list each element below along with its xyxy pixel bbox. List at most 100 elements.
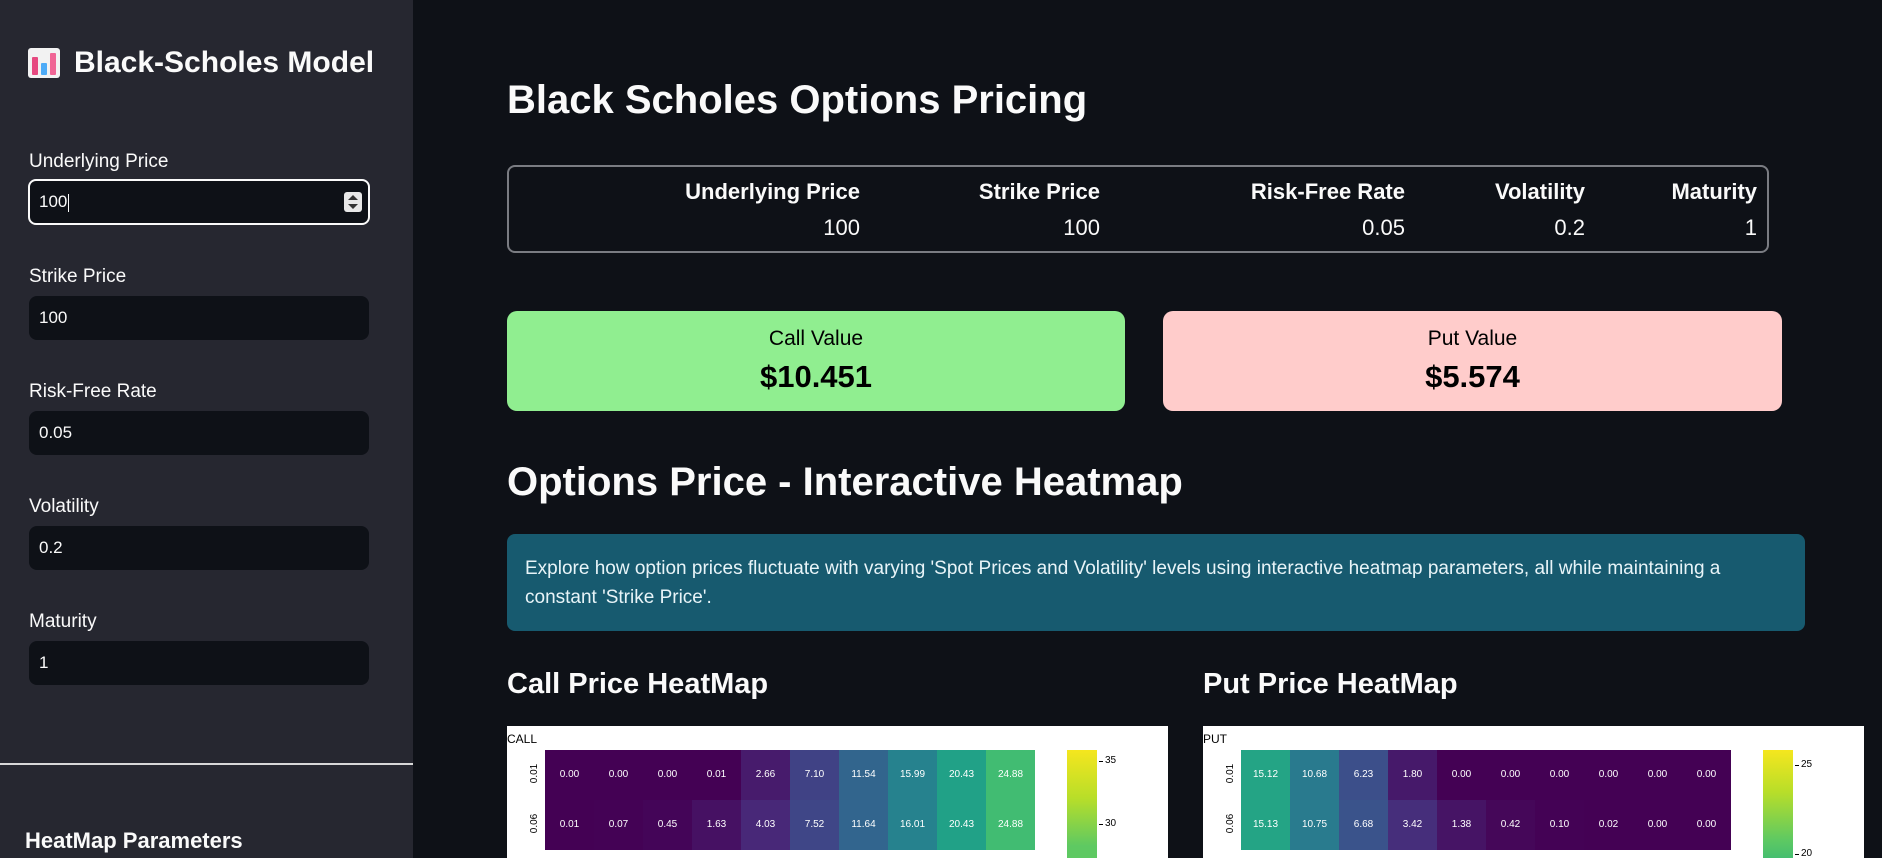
underlying-price-label: Underlying Price bbox=[29, 151, 169, 172]
heatmap-cell: 0.42 bbox=[1486, 800, 1535, 850]
heatmap-cell: 2.66 bbox=[741, 750, 790, 800]
heatmap-cell: 11.64 bbox=[839, 800, 888, 850]
volatility-value: 0.2 bbox=[39, 538, 63, 557]
param-header: Volatility bbox=[1494, 179, 1585, 204]
maturity-input[interactable]: 1 bbox=[29, 641, 369, 685]
param-header: Risk-Free Rate bbox=[1250, 179, 1405, 204]
put-heatmap: PUT 15.12 10.68 6.23 1.80 0.00 0.00 0.00 0.00 0.… bbox=[1203, 726, 1864, 858]
volatility-input[interactable]: 0.2 bbox=[29, 526, 369, 570]
y-tick-label: 0.01 bbox=[529, 763, 541, 784]
heatmap-cell: 0.02 bbox=[1584, 800, 1633, 850]
page-title: Black Scholes Options Pricing bbox=[507, 78, 1088, 122]
colorbar-tick: 25 bbox=[1794, 759, 1813, 770]
heatmap-cell: 16.01 bbox=[888, 800, 937, 850]
param-value: 100 bbox=[823, 215, 860, 240]
strike-price-value: 100 bbox=[39, 308, 68, 327]
heatmap-cell: 0.01 bbox=[692, 750, 741, 800]
param-value: 0.05 bbox=[1362, 215, 1405, 240]
put-value-label: Put Value bbox=[1427, 327, 1518, 350]
colorbar-tick: 30 bbox=[1098, 818, 1117, 829]
volatility-label: Volatility bbox=[29, 496, 99, 517]
heatmap-cell: 0.00 bbox=[1633, 800, 1682, 850]
underlying-price-input[interactable]: 100 bbox=[28, 179, 370, 225]
put-colorbar bbox=[1763, 750, 1793, 858]
heatmap-cell: 20.43 bbox=[937, 800, 986, 850]
heatmap-cell: 0.00 bbox=[594, 750, 643, 800]
sidebar-title-text: Black-Scholes Model bbox=[74, 46, 375, 79]
call-heatmap-chart-title: CALL bbox=[507, 732, 538, 746]
y-tick-label: 0.06 bbox=[1225, 813, 1237, 834]
heatmap-cell: 24.88 bbox=[986, 800, 1035, 850]
sidebar-divider bbox=[0, 763, 413, 765]
heatmap-cell: 1.80 bbox=[1388, 750, 1437, 800]
heatmap-cell: 4.03 bbox=[741, 800, 790, 850]
heatmap-cell: 15.13 bbox=[1241, 800, 1290, 850]
heatmap-cell: 0.00 bbox=[1682, 800, 1731, 850]
heatmap-cell: 6.68 bbox=[1339, 800, 1388, 850]
param-underlying-price: Underlying Price 100 bbox=[685, 179, 860, 241]
heatmap-cell: 0.00 bbox=[1682, 750, 1731, 800]
sidebar-title: Black-Scholes Model bbox=[28, 46, 374, 80]
heatmap-parameters-heading: HeatMap Parameters bbox=[25, 828, 243, 853]
heatmap-cell: 0.10 bbox=[1535, 800, 1584, 850]
param-header: Underlying Price bbox=[685, 179, 860, 204]
param-value: 100 bbox=[1063, 215, 1100, 240]
call-colorbar bbox=[1067, 750, 1097, 858]
call-value-label: Call Value bbox=[768, 327, 864, 350]
param-header: Maturity bbox=[1671, 179, 1757, 204]
heatmap-cell: 0.00 bbox=[545, 750, 594, 800]
parameters-table: Underlying Price 100 Strike Price 100 Ri… bbox=[507, 165, 1769, 253]
heatmap-cell: 7.52 bbox=[790, 800, 839, 850]
strike-price-input[interactable]: 100 bbox=[29, 296, 369, 340]
heatmap-cell: 0.00 bbox=[1584, 750, 1633, 800]
param-header: Strike Price bbox=[978, 179, 1100, 204]
heatmap-cell: 15.12 bbox=[1241, 750, 1290, 800]
heatmap-cell: 0.45 bbox=[643, 800, 692, 850]
y-tick-label: 0.06 bbox=[529, 813, 541, 834]
heatmap-cell: 10.68 bbox=[1290, 750, 1339, 800]
heatmap-cell: 0.00 bbox=[643, 750, 692, 800]
call-heatmap: CALL 0.00 0.00 0.00 0.01 2.66 7.10 11.54 15.99 2… bbox=[507, 726, 1168, 858]
heatmap-cell: 1.38 bbox=[1437, 800, 1486, 850]
heatmap-cell: 20.43 bbox=[937, 750, 986, 800]
param-value: 1 bbox=[1744, 215, 1757, 240]
heatmap-cell: 10.75 bbox=[1290, 800, 1339, 850]
heatmap-cell: 0.00 bbox=[1535, 750, 1584, 800]
heatmap-cell: 11.54 bbox=[839, 750, 888, 800]
param-value: 0.2 bbox=[1554, 215, 1585, 240]
sidebar: Black-Scholes Model Underlying Price 100… bbox=[0, 0, 413, 858]
heatmap-section-title: Options Price - Interactive Heatmap bbox=[507, 460, 1183, 504]
risk-free-rate-label: Risk-Free Rate bbox=[29, 381, 157, 402]
number-stepper[interactable] bbox=[344, 192, 362, 212]
app-root: Black-Scholes Model Underlying Price 100… bbox=[0, 0, 1882, 858]
put-value-amount: $5.574 bbox=[1425, 359, 1520, 394]
heatmap-cell: 6.23 bbox=[1339, 750, 1388, 800]
heatmap-cell: 0.01 bbox=[545, 800, 594, 850]
heatmap-cell: 1.63 bbox=[692, 800, 741, 850]
risk-free-rate-input[interactable]: 0.05 bbox=[29, 411, 369, 455]
call-heatmap-title: Call Price HeatMap bbox=[507, 668, 769, 700]
param-volatility: Volatility 0.2 bbox=[1495, 179, 1585, 241]
param-risk-free-rate: Risk-Free Rate 0.05 bbox=[1251, 179, 1405, 241]
increment-arrow-icon[interactable] bbox=[348, 195, 358, 200]
strike-price-label: Strike Price bbox=[29, 266, 127, 287]
risk-free-rate-value: 0.05 bbox=[39, 423, 73, 442]
put-heatmap-title: Put Price HeatMap bbox=[1203, 668, 1458, 700]
heatmap-cell: 0.07 bbox=[594, 800, 643, 850]
info-banner: Explore how option prices fluctuate with… bbox=[507, 534, 1805, 631]
heatmap-cell: 0.00 bbox=[1486, 750, 1535, 800]
text-caret bbox=[68, 193, 70, 212]
y-tick-label: 0.01 bbox=[1225, 763, 1237, 784]
heatmap-cell: 7.10 bbox=[790, 750, 839, 800]
param-strike-price: Strike Price 100 bbox=[979, 179, 1100, 241]
put-heatmap-chart-title: PUT bbox=[1203, 732, 1227, 746]
maturity-value: 1 bbox=[39, 653, 49, 672]
underlying-price-value: 100 bbox=[39, 192, 68, 211]
heatmap-cell: 15.99 bbox=[888, 750, 937, 800]
colorbar-tick: 35 bbox=[1098, 755, 1117, 766]
heatmap-cell: 0.00 bbox=[1437, 750, 1486, 800]
heatmap-cell: 24.88 bbox=[986, 750, 1035, 800]
heatmap-cell: 3.42 bbox=[1388, 800, 1437, 850]
decrement-arrow-icon[interactable] bbox=[348, 204, 358, 209]
colorbar-tick: 20 bbox=[1794, 848, 1813, 858]
